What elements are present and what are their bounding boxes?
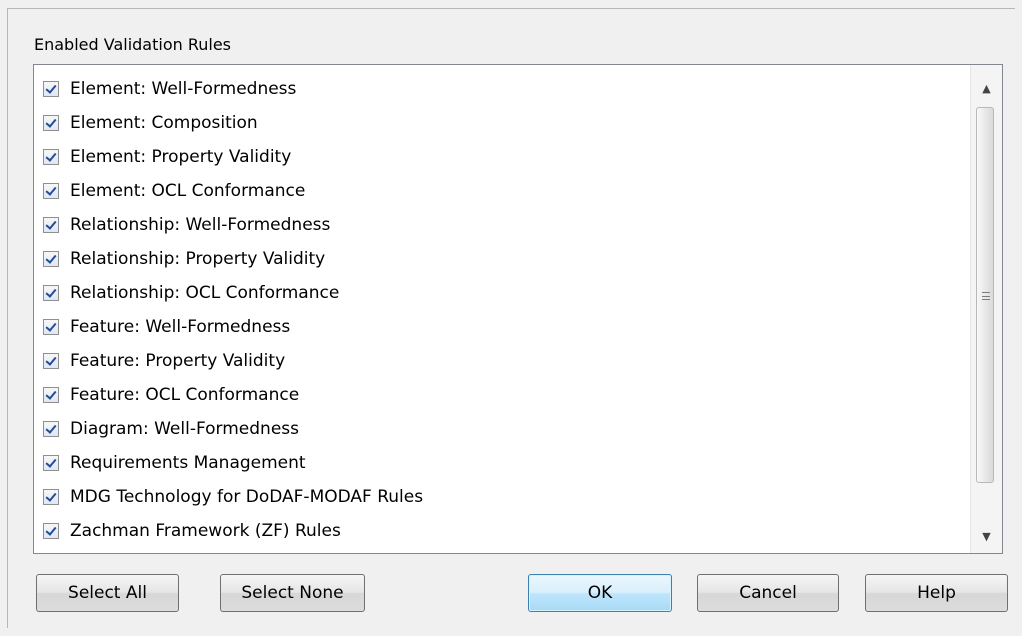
scroll-grip-icon (982, 292, 990, 300)
checkmark-icon[interactable] (43, 455, 59, 471)
checkmark-icon[interactable] (43, 489, 59, 505)
checkmark-icon[interactable] (43, 353, 59, 369)
rule-zachman-framework[interactable]: Zachman Framework (ZF) Rules (34, 514, 971, 548)
rule-feature-property-validity[interactable]: Feature: Property Validity (34, 344, 971, 378)
cancel-button[interactable]: Cancel (697, 574, 839, 612)
rule-feature-well-formedness[interactable]: Feature: Well-Formedness (34, 310, 971, 344)
checkmark-icon[interactable] (43, 183, 59, 199)
help-button[interactable]: Help (865, 574, 1008, 612)
checkmark-icon[interactable] (43, 421, 59, 437)
checkmark-icon[interactable] (43, 217, 59, 233)
vertical-scrollbar[interactable]: ▲ ▼ (970, 65, 1002, 553)
rule-label: Relationship: Property Validity (70, 249, 326, 269)
checkmark-icon[interactable] (43, 285, 59, 301)
rule-relationship-well-formedness[interactable]: Relationship: Well-Formedness (34, 208, 971, 242)
checkmark-icon[interactable] (43, 387, 59, 403)
rule-label: Element: Well-Formedness (70, 79, 297, 99)
rule-requirements-management[interactable]: Requirements Management (34, 446, 971, 480)
checkmark-icon[interactable] (43, 319, 59, 335)
rule-element-property-validity[interactable]: Element: Property Validity (34, 140, 971, 174)
checkmark-icon[interactable] (43, 115, 59, 131)
rule-label: Feature: Property Validity (70, 351, 286, 371)
rule-feature-ocl-conformance[interactable]: Feature: OCL Conformance (34, 378, 971, 412)
validation-rules-list[interactable]: Element: Well-Formedness Element: Compos… (33, 64, 1003, 554)
rule-label: Requirements Management (70, 453, 306, 473)
rule-label: MDG Technology for DoDAF-MODAF Rules (70, 487, 424, 507)
scroll-thumb[interactable] (976, 107, 994, 483)
rule-label: Feature: OCL Conformance (70, 385, 300, 405)
rule-label: Diagram: Well-Formedness (70, 419, 299, 439)
select-none-button[interactable]: Select None (220, 574, 365, 612)
rule-element-composition[interactable]: Element: Composition (34, 106, 971, 140)
rule-relationship-property-validity[interactable]: Relationship: Property Validity (34, 242, 971, 276)
validation-rules-items: Element: Well-Formedness Element: Compos… (34, 72, 971, 548)
rule-mdg-technology-dodaf-modaf[interactable]: MDG Technology for DoDAF-MODAF Rules (34, 480, 971, 514)
rule-label: Element: OCL Conformance (70, 181, 306, 201)
scroll-up-arrow-icon[interactable]: ▲ (971, 72, 1002, 104)
rule-relationship-ocl-conformance[interactable]: Relationship: OCL Conformance (34, 276, 971, 310)
rule-label: Relationship: Well-Formedness (70, 215, 331, 235)
rule-label: Element: Composition (70, 113, 258, 133)
checkmark-icon[interactable] (43, 523, 59, 539)
scroll-down-arrow-icon[interactable]: ▼ (971, 520, 1002, 552)
rule-label: Relationship: OCL Conformance (70, 283, 340, 303)
select-all-button[interactable]: Select All (36, 574, 179, 612)
checkmark-icon[interactable] (43, 81, 59, 97)
ok-button[interactable]: OK (528, 574, 672, 612)
checkmark-icon[interactable] (43, 251, 59, 267)
rule-element-ocl-conformance[interactable]: Element: OCL Conformance (34, 174, 971, 208)
rule-diagram-well-formedness[interactable]: Diagram: Well-Formedness (34, 412, 971, 446)
rule-label: Feature: Well-Formedness (70, 317, 291, 337)
rule-label: Element: Property Validity (70, 147, 292, 167)
enabled-validation-rules-title: Enabled Validation Rules (34, 35, 231, 54)
rule-label: Zachman Framework (ZF) Rules (70, 521, 341, 541)
checkmark-icon[interactable] (43, 149, 59, 165)
rule-element-well-formedness[interactable]: Element: Well-Formedness (34, 72, 971, 106)
